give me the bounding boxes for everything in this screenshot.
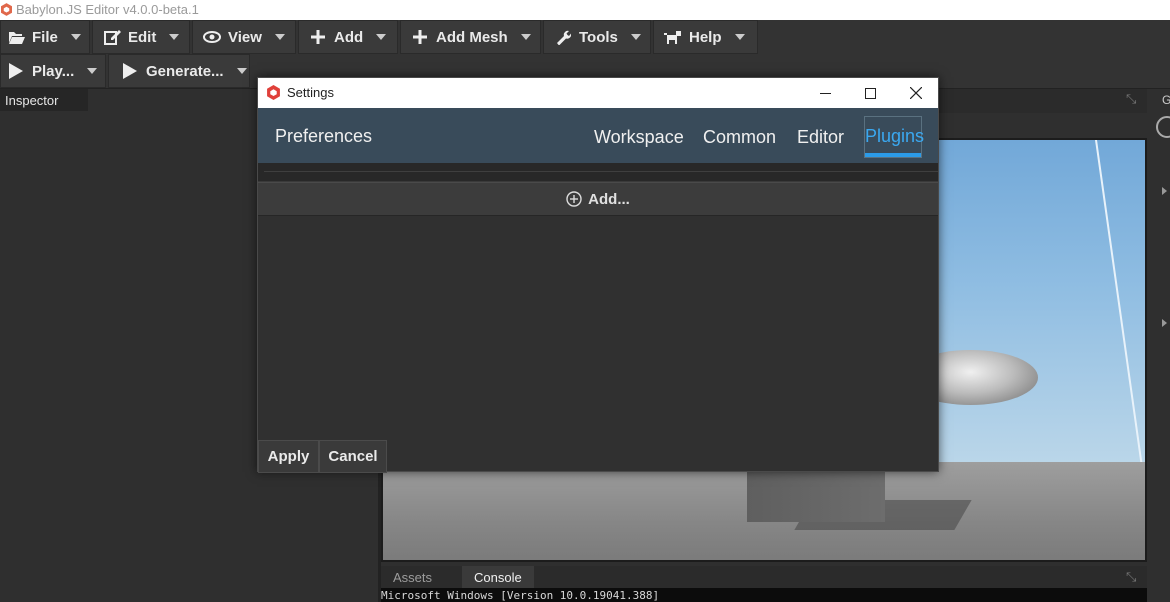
inspector-tab[interactable]: Inspector bbox=[0, 89, 88, 111]
console-output: Microsoft Windows [Version 10.0.19041.38… bbox=[381, 588, 1147, 602]
expand-icon[interactable]: ⤡ bbox=[1126, 570, 1140, 584]
chevron-down-icon bbox=[236, 68, 247, 74]
maximize-button[interactable] bbox=[847, 78, 893, 108]
circle-icon bbox=[1156, 116, 1170, 138]
edit-menu-label: Edit bbox=[128, 28, 157, 46]
help-menu-label: Help bbox=[689, 28, 722, 46]
add-mesh-menu-label: Add Mesh bbox=[436, 28, 508, 46]
chevron-down-icon bbox=[630, 34, 641, 40]
tools-menu-label: Tools bbox=[579, 28, 618, 46]
apply-button[interactable]: Apply bbox=[258, 440, 319, 473]
dialog-title: Settings bbox=[287, 85, 334, 100]
minimize-button[interactable] bbox=[802, 78, 848, 108]
right-panel-tab[interactable]: G bbox=[1162, 93, 1170, 107]
add-plugin-label: Add... bbox=[588, 190, 630, 208]
wrench-icon bbox=[554, 28, 572, 46]
tab-plugins-label: Plugins bbox=[865, 126, 925, 146]
babylon-logo-icon bbox=[267, 85, 280, 100]
maximize-icon bbox=[864, 87, 876, 99]
bottom-panel-tabs: Assets Console ⤡ bbox=[381, 566, 1147, 588]
view-menu-button[interactable]: View bbox=[192, 20, 296, 54]
chevron-right-icon[interactable] bbox=[1162, 319, 1167, 327]
plus-icon bbox=[411, 28, 429, 46]
add-circle-icon bbox=[566, 191, 582, 207]
app-title: Babylon.JS Editor v4.0.0-beta.1 bbox=[16, 2, 199, 17]
babylon-logo-icon bbox=[1, 3, 12, 16]
tools-menu-button[interactable]: Tools bbox=[543, 20, 651, 54]
edit-menu-button[interactable]: Edit bbox=[92, 20, 190, 54]
help-menu-button[interactable]: Help bbox=[653, 20, 758, 54]
right-panel: G bbox=[1150, 89, 1170, 602]
expand-icon[interactable]: ⤡ bbox=[1126, 92, 1140, 106]
app-titlebar: Babylon.JS Editor v4.0.0-beta.1 bbox=[0, 0, 1170, 20]
folder-open-icon bbox=[7, 28, 25, 46]
view-menu-label: View bbox=[228, 28, 262, 46]
chevron-down-icon bbox=[376, 34, 387, 40]
close-button[interactable] bbox=[893, 78, 939, 108]
add-menu-button[interactable]: Add bbox=[298, 20, 398, 54]
chevron-right-icon[interactable] bbox=[1162, 187, 1167, 195]
settings-dialog: Settings Preferences Workspace Common Ed… bbox=[257, 77, 939, 473]
tab-console[interactable]: Console bbox=[462, 566, 534, 588]
cancel-button[interactable]: Cancel bbox=[319, 440, 387, 473]
generate-menu-label: Generate... bbox=[146, 62, 224, 80]
tab-editor[interactable]: Editor bbox=[797, 124, 844, 158]
active-tab-indicator bbox=[865, 153, 921, 157]
chevron-down-icon bbox=[274, 34, 285, 40]
eye-icon bbox=[203, 28, 221, 46]
tab-assets[interactable]: Assets bbox=[381, 566, 444, 588]
generate-menu-button[interactable]: Generate... bbox=[108, 54, 250, 88]
play-icon bbox=[121, 62, 139, 80]
tab-plugins[interactable]: Plugins bbox=[864, 116, 925, 158]
tab-workspace[interactable]: Workspace bbox=[594, 124, 684, 158]
tab-common[interactable]: Common bbox=[703, 124, 776, 158]
dialog-header: Preferences Workspace Common Editor Plug… bbox=[258, 108, 938, 163]
file-menu-button[interactable]: File bbox=[0, 20, 90, 54]
plus-icon bbox=[309, 28, 327, 46]
close-icon bbox=[910, 87, 922, 99]
add-plugin-button[interactable]: Add... bbox=[258, 182, 938, 216]
add-menu-label: Add bbox=[334, 28, 364, 46]
chevron-down-icon bbox=[520, 34, 531, 40]
chevron-down-icon bbox=[87, 68, 98, 74]
chevron-down-icon bbox=[734, 34, 745, 40]
plugins-list-header bbox=[258, 163, 938, 182]
dialog-titlebar[interactable]: Settings bbox=[258, 78, 938, 108]
play-menu-label: Play... bbox=[32, 62, 75, 80]
play-icon bbox=[7, 62, 25, 80]
dog-icon bbox=[664, 28, 682, 46]
chevron-down-icon bbox=[169, 34, 180, 40]
dialog-heading: Preferences bbox=[275, 126, 373, 146]
chevron-down-icon bbox=[70, 34, 81, 40]
play-menu-button[interactable]: Play... bbox=[0, 54, 106, 88]
minimize-icon bbox=[819, 92, 831, 94]
edit-icon bbox=[103, 28, 121, 46]
file-menu-label: File bbox=[32, 28, 58, 46]
add-mesh-menu-button[interactable]: Add Mesh bbox=[400, 20, 541, 54]
